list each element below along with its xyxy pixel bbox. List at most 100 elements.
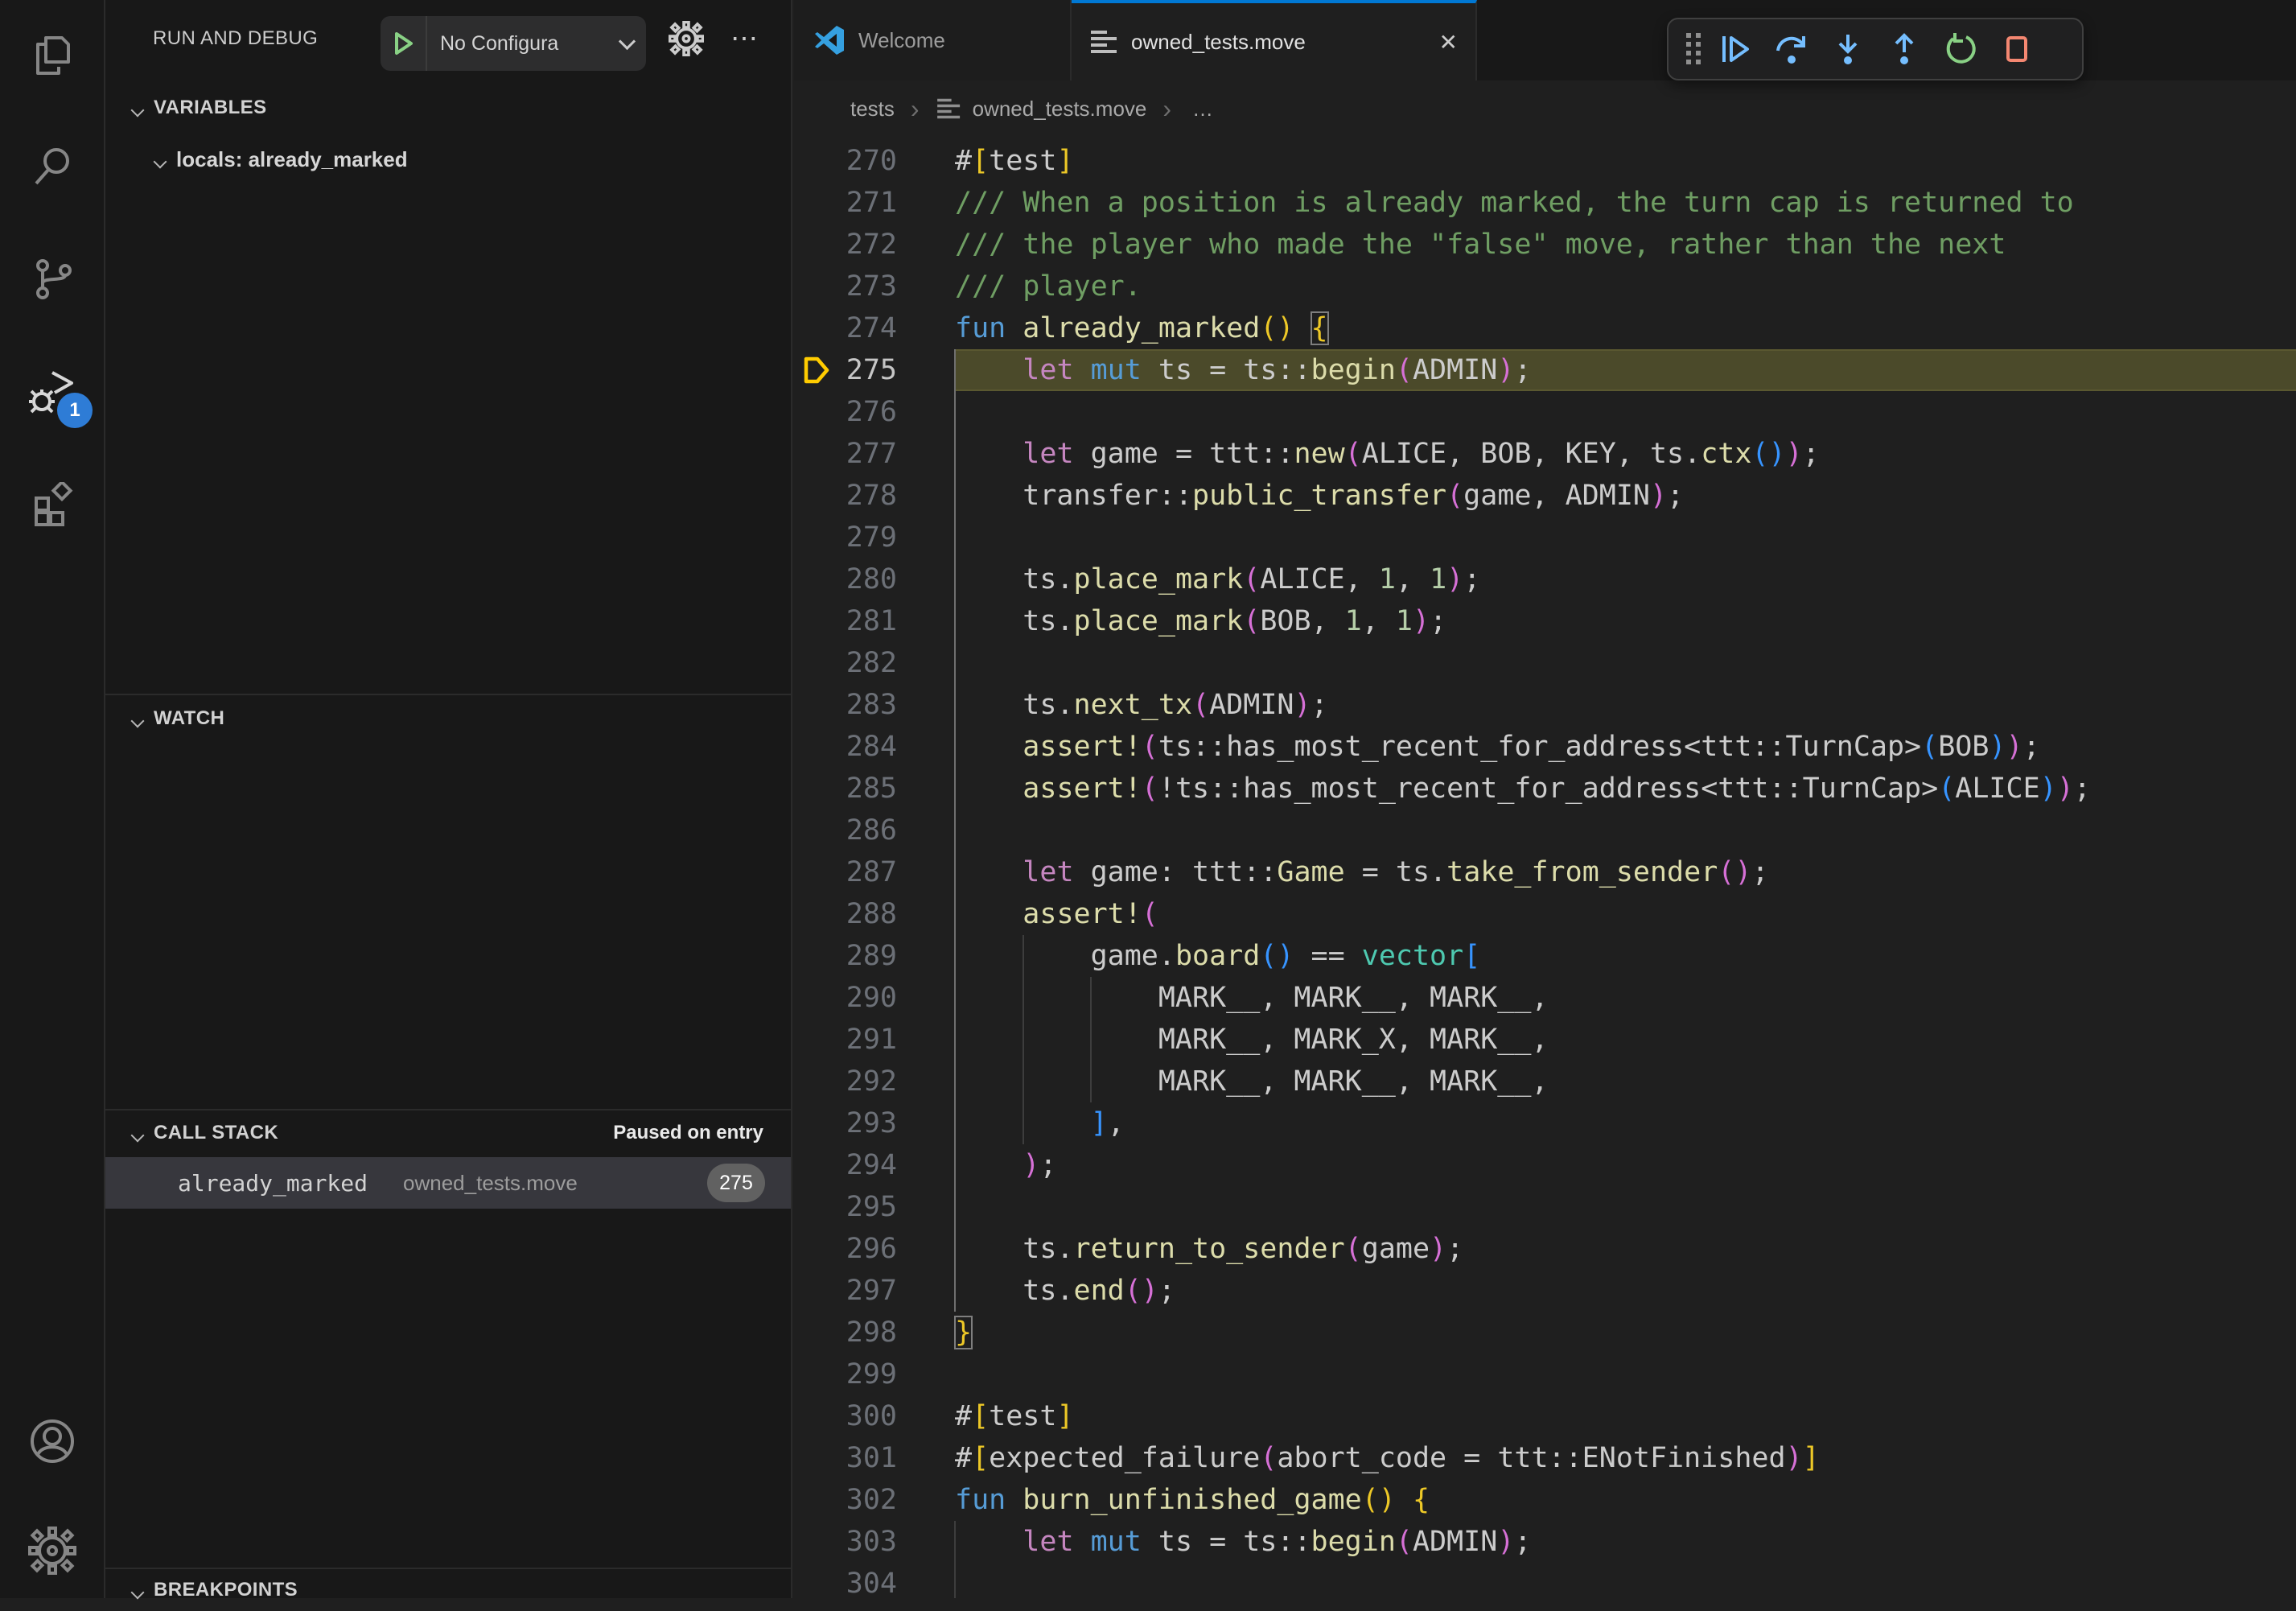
line-number[interactable]: 281 <box>846 600 897 642</box>
code-line[interactable]: 295 <box>794 1186 2296 1228</box>
account-icon[interactable] <box>0 1397 104 1485</box>
line-number[interactable]: 293 <box>846 1102 897 1144</box>
step-into-button[interactable] <box>1820 21 1876 77</box>
line-number[interactable]: 297 <box>846 1270 897 1312</box>
glyph-margin[interactable] <box>794 893 846 935</box>
code-line[interactable]: 272/// the player who made the "false" m… <box>794 224 2296 266</box>
glyph-margin[interactable] <box>794 1144 846 1186</box>
variables-section-header[interactable]: VARIABLES <box>105 87 791 129</box>
glyph-margin[interactable] <box>794 1395 846 1437</box>
line-number[interactable]: 294 <box>846 1144 897 1186</box>
glyph-margin[interactable] <box>794 1061 846 1102</box>
code-line[interactable]: 274fun already_marked() { <box>794 307 2296 349</box>
line-number[interactable]: 295 <box>846 1186 897 1228</box>
glyph-margin[interactable] <box>794 475 846 517</box>
line-number[interactable]: 292 <box>846 1061 897 1102</box>
stop-button[interactable] <box>1989 21 2045 77</box>
glyph-margin[interactable] <box>794 517 846 558</box>
code-line[interactable]: 278 transfer::public_transfer(game, ADMI… <box>794 475 2296 517</box>
glyph-margin[interactable] <box>794 1312 846 1353</box>
extensions-icon[interactable] <box>0 460 104 549</box>
line-number[interactable]: 272 <box>846 224 897 266</box>
code-line[interactable]: 271/// When a position is already marked… <box>794 182 2296 224</box>
glyph-margin[interactable] <box>794 224 846 266</box>
code-line[interactable]: 282 <box>794 642 2296 684</box>
line-number[interactable]: 271 <box>846 182 897 224</box>
glyph-margin[interactable] <box>794 391 846 433</box>
step-out-button[interactable] <box>1876 21 1932 77</box>
line-number[interactable]: 285 <box>846 768 897 810</box>
glyph-margin[interactable] <box>794 1019 846 1061</box>
glyph-margin[interactable] <box>794 140 846 182</box>
close-icon[interactable]: ✕ <box>1439 29 1458 56</box>
code-line[interactable]: 297 ts.end(); <box>794 1270 2296 1312</box>
restart-button[interactable] <box>1932 21 1989 77</box>
line-number[interactable]: 279 <box>846 517 897 558</box>
code-line[interactable]: 302fun burn_unfinished_game() { <box>794 1479 2296 1521</box>
debug-settings-gear-icon[interactable] <box>660 0 712 77</box>
line-number[interactable]: 278 <box>846 475 897 517</box>
line-number[interactable]: 283 <box>846 684 897 726</box>
code-line[interactable]: 298} <box>794 1312 2296 1353</box>
glyph-margin[interactable] <box>794 1186 846 1228</box>
code-line[interactable]: 290 MARK__, MARK__, MARK__, <box>794 977 2296 1019</box>
code-line[interactable]: 291 MARK__, MARK_X, MARK__, <box>794 1019 2296 1061</box>
code-line[interactable]: 294 ); <box>794 1144 2296 1186</box>
code-line[interactable]: 293 ], <box>794 1102 2296 1144</box>
locals-tree-item[interactable]: locals: already_marked <box>105 138 791 180</box>
code-line[interactable]: 281 ts.place_mark(BOB, 1, 1); <box>794 600 2296 642</box>
code-line[interactable]: 288 assert!( <box>794 893 2296 935</box>
glyph-margin[interactable] <box>794 266 846 307</box>
code-line[interactable]: 299 <box>794 1353 2296 1395</box>
glyph-margin[interactable] <box>794 433 846 475</box>
line-number[interactable]: 302 <box>846 1479 897 1521</box>
call-stack-section-header[interactable]: CALL STACK Paused on entry <box>105 1112 791 1154</box>
code-line[interactable]: 292 MARK__, MARK__, MARK__, <box>794 1061 2296 1102</box>
code-line[interactable]: 287 let game: ttt::Game = ts.take_from_s… <box>794 851 2296 893</box>
glyph-margin[interactable] <box>794 558 846 600</box>
glyph-margin[interactable] <box>794 851 846 893</box>
code-line[interactable]: 303 let mut ts = ts::begin(ADMIN); <box>794 1521 2296 1563</box>
line-number[interactable]: 304 <box>846 1563 897 1598</box>
code-line[interactable]: 276 <box>794 391 2296 433</box>
breadcrumb-item-file[interactable]: owned_tests.move <box>973 97 1147 122</box>
explorer-icon[interactable] <box>0 11 104 100</box>
run-and-debug-icon[interactable]: 1 <box>0 348 104 436</box>
code-line[interactable]: 300#[test] <box>794 1395 2296 1437</box>
glyph-margin[interactable] <box>794 1437 846 1479</box>
more-actions-icon[interactable]: ⋯ <box>718 0 770 77</box>
glyph-margin[interactable] <box>794 307 846 349</box>
glyph-margin[interactable] <box>794 1228 846 1270</box>
line-number[interactable]: 288 <box>846 893 897 935</box>
line-number[interactable]: 299 <box>846 1353 897 1395</box>
tab-welcome[interactable]: Welcome <box>794 0 1072 80</box>
launch-configuration-dropdown[interactable]: No Configura <box>381 16 646 71</box>
stack-frame-row[interactable]: already_marked owned_tests.move 275 <box>105 1157 791 1209</box>
line-number[interactable]: 300 <box>846 1395 897 1437</box>
breadcrumb-item-tests[interactable]: tests <box>850 97 895 122</box>
line-number[interactable]: 296 <box>846 1228 897 1270</box>
glyph-margin[interactable] <box>794 935 846 977</box>
settings-gear-icon[interactable] <box>0 1506 104 1595</box>
code-line[interactable]: 275 let mut ts = ts::begin(ADMIN); <box>794 349 2296 391</box>
glyph-margin[interactable] <box>794 600 846 642</box>
search-icon[interactable] <box>0 122 104 211</box>
line-number[interactable]: 286 <box>846 810 897 851</box>
code-line[interactable]: 289 game.board() == vector[ <box>794 935 2296 977</box>
glyph-margin[interactable] <box>794 642 846 684</box>
glyph-margin[interactable] <box>794 977 846 1019</box>
glyph-margin[interactable] <box>794 1353 846 1395</box>
source-control-icon[interactable] <box>0 235 104 323</box>
glyph-margin[interactable] <box>794 726 846 768</box>
line-number[interactable]: 275 <box>846 349 897 391</box>
code-line[interactable]: 286 <box>794 810 2296 851</box>
line-number[interactable]: 301 <box>846 1437 897 1479</box>
continue-button[interactable] <box>1707 21 1763 77</box>
code-line[interactable]: 273/// player. <box>794 266 2296 307</box>
glyph-margin[interactable] <box>794 1521 846 1563</box>
tab-owned-tests-move[interactable]: owned_tests.move ✕ <box>1072 0 1477 80</box>
debug-current-line-pointer-icon[interactable] <box>794 349 846 391</box>
code-line[interactable]: 277 let game = ttt::new(ALICE, BOB, KEY,… <box>794 433 2296 475</box>
code-line[interactable]: 280 ts.place_mark(ALICE, 1, 1); <box>794 558 2296 600</box>
line-number[interactable]: 274 <box>846 307 897 349</box>
